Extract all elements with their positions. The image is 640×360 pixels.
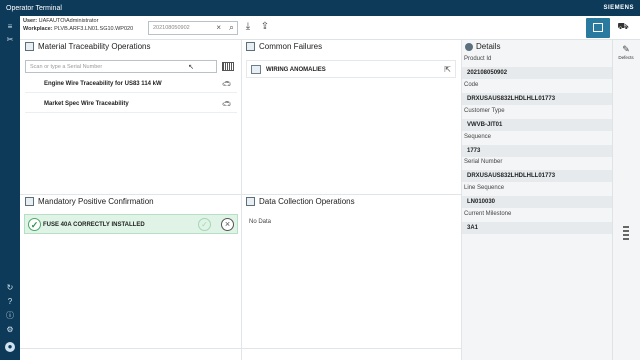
- details-title: Details: [476, 42, 501, 51]
- failure-item-label: WIRING ANOMALIES: [266, 67, 326, 73]
- user-label: User:: [23, 18, 38, 24]
- serial-number-placeholder: Scan or type a Serial Number: [30, 64, 103, 70]
- detail-value: VWVB-JIT01: [462, 119, 612, 131]
- car-icon: 🚗︎: [222, 101, 231, 108]
- details-header: Details: [465, 42, 500, 51]
- detail-label: Sequence: [464, 134, 492, 140]
- material-title: Material Traceability Operations: [38, 42, 151, 51]
- menu-icon[interactable]: ≡: [5, 22, 15, 32]
- divider: [241, 40, 242, 360]
- confirmation-item-label: FUSE 40A CORRECTLY INSTALLED: [43, 222, 145, 228]
- detail-value: 202108050902: [462, 67, 612, 79]
- list-item[interactable]: Engine Wire Traceability for US83 114 kW…: [25, 76, 237, 93]
- list-item[interactable]: Market Spec Wire Traceability 🚗︎: [25, 96, 237, 113]
- common-failures-header: Common Failures: [246, 42, 322, 51]
- detail-label: Serial Number: [464, 159, 503, 165]
- detail-value: LN010030: [462, 196, 612, 208]
- mandatory-header: Mandatory Positive Confirmation: [25, 197, 154, 206]
- cursor-icon: ↖: [188, 64, 194, 71]
- user-info: User: UAFAUTO\Administrator Workplace: P…: [23, 17, 133, 33]
- defects-icon: ✎: [622, 44, 630, 54]
- failure-item[interactable]: WIRING ANOMALIES ⇱: [246, 60, 456, 78]
- check-circle-icon: ✓: [28, 218, 41, 231]
- detail-label: Product Id: [464, 56, 492, 62]
- terminal-view-button[interactable]: [586, 18, 610, 38]
- data-collection-title: Data Collection Operations: [259, 197, 355, 206]
- serial-number-input[interactable]: Scan or type a Serial Number ↖: [25, 60, 217, 73]
- refresh-icon[interactable]: ↻: [5, 283, 15, 293]
- left-nav-rail: ≡ ✂ ↻ ? ⓘ ⚙ ●: [0, 16, 20, 360]
- workplace-label: Workplace:: [23, 26, 53, 32]
- user-value: UAFAUTO\Administrator: [38, 18, 99, 24]
- search-icon[interactable]: ⌕: [229, 22, 234, 33]
- detail-label: Line Sequence: [464, 185, 505, 191]
- detail-label: Current Milestone: [464, 211, 512, 217]
- confirm-button[interactable]: ✓: [198, 218, 211, 231]
- material-panel-header: Material Traceability Operations: [25, 42, 151, 51]
- detail-value: DRXUSAUS832LHDLHLL01773: [462, 170, 612, 182]
- window-title: Operator Terminal: [6, 4, 62, 12]
- download-icon[interactable]: ⤓: [242, 21, 254, 33]
- common-failures-icon: [246, 42, 255, 51]
- list-item-label: Market Spec Wire Traceability: [44, 101, 129, 107]
- help-icon[interactable]: ?: [5, 297, 15, 307]
- image-icon: [251, 65, 261, 74]
- detail-label: Code: [464, 82, 479, 88]
- detail-value: 1773: [462, 145, 612, 157]
- data-collection-header: Data Collection Operations: [246, 197, 355, 206]
- car-icon: 🚗︎: [222, 81, 231, 88]
- terminal-icon: [593, 23, 603, 32]
- share-icon[interactable]: ⇪: [259, 21, 271, 33]
- material-icon: [25, 42, 34, 51]
- data-collection-icon: [246, 197, 255, 206]
- truck-icon[interactable]: ⛟: [616, 21, 630, 33]
- serial-search-value: 202108050902: [153, 25, 190, 31]
- brand-logo: SIEMENS: [603, 5, 634, 11]
- confirmation-item: ✓ FUSE 40A CORRECTLY INSTALLED ✓ ×: [24, 214, 238, 234]
- scroll-handle[interactable]: [623, 224, 629, 246]
- clear-icon[interactable]: ×: [216, 23, 221, 32]
- mandatory-icon: [25, 197, 34, 206]
- serial-search-input[interactable]: 202108050902 × ⌕: [148, 21, 238, 35]
- avatar-icon[interactable]: ●: [5, 342, 15, 352]
- right-rail: [612, 40, 640, 360]
- workplace-value: PLVB.ARF3.LN01.SG10.WP020: [54, 26, 134, 32]
- mandatory-title: Mandatory Positive Confirmation: [38, 197, 154, 206]
- barcode-icon[interactable]: [222, 62, 234, 71]
- details-icon: [465, 42, 473, 51]
- defects-label: Defects: [618, 55, 634, 60]
- detail-value: 3A1: [462, 222, 612, 234]
- defects-button[interactable]: ✎ Defects: [612, 44, 640, 60]
- detail-label: Customer Type: [464, 108, 505, 114]
- empty-state-text: No Data: [249, 219, 272, 225]
- settings-icon[interactable]: ⚙: [5, 325, 15, 335]
- info-icon[interactable]: ⓘ: [5, 311, 15, 321]
- detail-value: DRXUSAUS832LHDLHLL01773: [462, 93, 612, 105]
- list-item-label: Engine Wire Traceability for US83 114 kW: [44, 81, 162, 87]
- close-circle-icon[interactable]: ×: [221, 218, 234, 231]
- common-failures-title: Common Failures: [259, 42, 323, 51]
- divider: [20, 194, 461, 195]
- tools-icon[interactable]: ✂: [5, 35, 15, 45]
- external-link-icon[interactable]: ⇱: [444, 61, 451, 79]
- title-bar: Operator Terminal SIEMENS: [0, 0, 640, 16]
